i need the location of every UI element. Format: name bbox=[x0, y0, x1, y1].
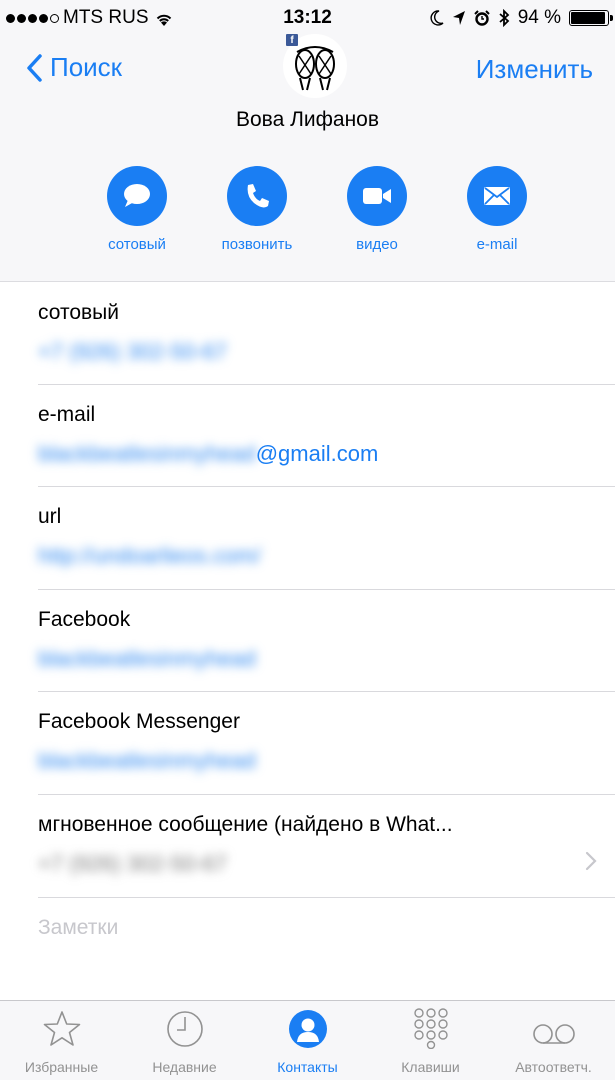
detail-label: Facebook Messenger bbox=[38, 710, 240, 733]
email-domain: @gmail.com bbox=[255, 441, 379, 466]
quick-actions: сотовый позвонить видео e-mail bbox=[0, 166, 615, 266]
tab-contacts[interactable]: Контакты bbox=[246, 1001, 369, 1080]
im-value-redacted: +7 (926) 302-50-67 bbox=[38, 851, 227, 876]
back-button[interactable]: Поиск bbox=[26, 52, 122, 83]
tab-label: Недавние bbox=[152, 1059, 217, 1075]
detail-label: мгновенное сообщение (найдено в What... bbox=[38, 813, 453, 836]
video-icon bbox=[347, 166, 407, 226]
status-right: 94 % bbox=[430, 7, 613, 29]
url-value-redacted: http://undoarlieos.com/ bbox=[38, 543, 261, 568]
tab-voicemail[interactable]: Автоответч. bbox=[492, 1001, 615, 1080]
detail-label: url bbox=[38, 505, 62, 528]
star-icon bbox=[0, 1001, 123, 1049]
tab-label: Клавиши bbox=[401, 1059, 460, 1075]
detail-label: e-mail bbox=[38, 403, 96, 426]
divider bbox=[38, 384, 615, 385]
notes-field[interactable]: Заметки bbox=[38, 916, 118, 940]
clock-icon bbox=[123, 1001, 246, 1049]
divider bbox=[38, 794, 615, 795]
tab-keypad[interactable]: Клавиши bbox=[369, 1001, 492, 1080]
tab-favorites[interactable]: Избранные bbox=[0, 1001, 123, 1080]
detail-value[interactable]: +7 (926) 302-50-67 bbox=[38, 851, 615, 877]
chevron-right-icon bbox=[585, 851, 597, 871]
call-action-label: позвонить bbox=[221, 236, 293, 253]
detail-row-facebook[interactable]: Facebook blackbeatlesinmyhead bbox=[38, 608, 615, 672]
status-bar: MTS RUS 13:12 94 % bbox=[0, 0, 615, 34]
detail-value[interactable]: blackbeatlesinmyhead@gmail.com bbox=[38, 441, 615, 467]
divider bbox=[38, 486, 615, 487]
tab-recents[interactable]: Недавние bbox=[123, 1001, 246, 1080]
phone-value-redacted: +7 (926) 302-50-67 bbox=[38, 339, 227, 364]
mail-action-label: e-mail bbox=[476, 236, 518, 253]
tab-label: Избранные bbox=[24, 1059, 99, 1075]
call-action-button[interactable]: позвонить bbox=[197, 166, 317, 253]
detail-value[interactable]: +7 (926) 302-50-67 bbox=[38, 339, 615, 365]
person-icon bbox=[246, 1001, 369, 1049]
detail-row-messenger[interactable]: Facebook Messenger blackbeatlesinmyhead bbox=[38, 710, 615, 774]
detail-row-url[interactable]: url http://undoarlieos.com/ bbox=[38, 505, 615, 569]
edit-button[interactable]: Изменить bbox=[476, 54, 593, 85]
detail-value[interactable]: http://undoarlieos.com/ bbox=[38, 543, 615, 569]
location-arrow-icon bbox=[452, 11, 465, 25]
chevron-left-icon bbox=[27, 53, 42, 82]
tab-bar: Избранные Недавние Контакты Клавиши Авто… bbox=[0, 1000, 615, 1080]
keypad-icon bbox=[369, 1001, 492, 1049]
tab-label: Автоответч. bbox=[515, 1059, 592, 1075]
mail-action-button[interactable]: e-mail bbox=[437, 166, 557, 253]
voicemail-icon bbox=[492, 1001, 615, 1049]
detail-row-instant-message[interactable]: мгновенное сообщение (найдено в What... … bbox=[38, 813, 615, 877]
message-action-label: сотовый bbox=[108, 236, 166, 253]
facebook-badge-icon: f bbox=[286, 34, 298, 46]
detail-row-phone[interactable]: сотовый +7 (926) 302-50-67 bbox=[38, 301, 615, 365]
battery-icon bbox=[569, 10, 613, 26]
facebook-value-redacted: blackbeatlesinmyhead bbox=[38, 646, 256, 671]
divider bbox=[38, 691, 615, 692]
tab-label: Контакты bbox=[277, 1059, 338, 1075]
video-action-label: видео bbox=[356, 236, 398, 253]
email-user-redacted: blackbeatlesinmyhead bbox=[38, 441, 256, 466]
divider bbox=[38, 589, 615, 590]
message-icon bbox=[107, 166, 167, 226]
back-button-label: Поиск bbox=[50, 52, 123, 82]
phone-icon bbox=[227, 166, 287, 226]
messenger-value-redacted: blackbeatlesinmyhead bbox=[38, 748, 256, 773]
detail-label: сотовый bbox=[38, 301, 119, 324]
divider bbox=[38, 897, 615, 898]
detail-row-email[interactable]: e-mail blackbeatlesinmyhead@gmail.com bbox=[38, 403, 615, 467]
alarm-icon bbox=[473, 10, 490, 26]
video-action-button[interactable]: видео bbox=[317, 166, 437, 253]
contact-header: MTS RUS 13:12 94 % Поиск Изменить f Вова… bbox=[0, 0, 615, 282]
detail-label: Facebook bbox=[38, 608, 131, 631]
bluetooth-icon bbox=[499, 9, 510, 27]
moon-icon bbox=[430, 10, 444, 26]
battery-percent: 94 % bbox=[517, 7, 561, 28]
message-action-button[interactable]: сотовый bbox=[77, 166, 197, 253]
detail-value[interactable]: blackbeatlesinmyhead bbox=[38, 748, 615, 774]
mail-icon bbox=[467, 166, 527, 226]
contact-name: Вова Лифанов bbox=[235, 108, 380, 131]
detail-value[interactable]: blackbeatlesinmyhead bbox=[38, 646, 615, 672]
